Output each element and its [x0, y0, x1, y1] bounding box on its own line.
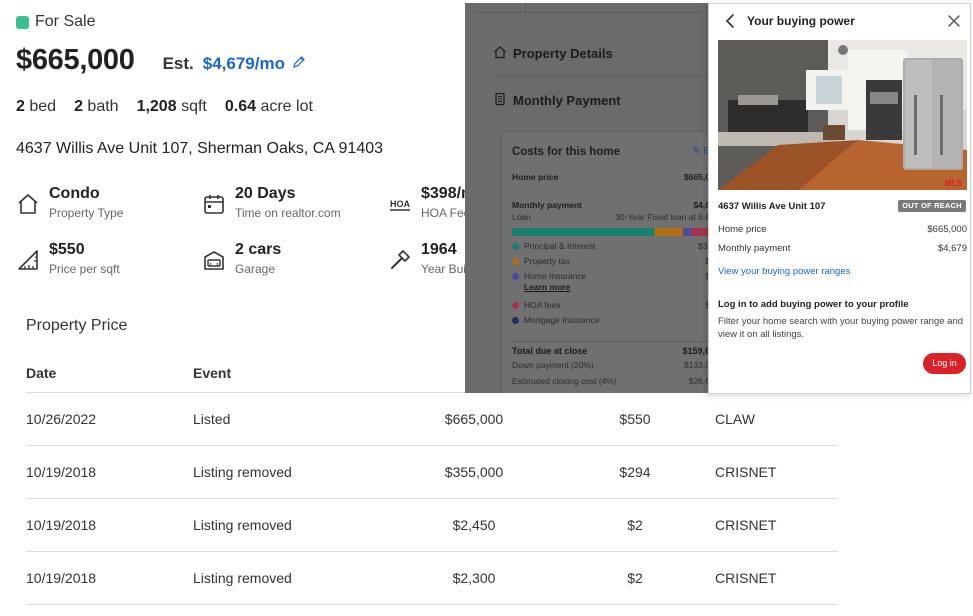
- property-photo: MLS: [718, 40, 967, 190]
- modal-tab-strip: [473, 3, 703, 13]
- down-payment-line: Down payment (20%) $133,0: [512, 360, 708, 370]
- house-icon: [16, 192, 40, 216]
- cell-price-per-sqft: $2: [555, 498, 715, 552]
- cell-source: CRISNET: [715, 445, 838, 499]
- photo-watermark: MLS: [945, 179, 963, 188]
- baths-spec: 2 bath: [74, 98, 119, 115]
- cell-event: Listing removed: [193, 498, 393, 552]
- cell-date: 10/26/2022: [26, 392, 193, 446]
- estimate-value[interactable]: $4,679/mo: [203, 54, 285, 74]
- ruler-icon: [16, 248, 40, 272]
- legend-principal: Principal & Interest$3,: [512, 241, 708, 251]
- hoa-icon: HOA: [388, 192, 412, 216]
- login-prompt-title: Log in to add buying power to your profi…: [718, 299, 909, 310]
- popup-header: Your buying power: [709, 4, 972, 38]
- legend-home-insurance: Home Insurance $: [512, 271, 708, 281]
- cell-event: Listed: [193, 392, 393, 446]
- garage-icon: [202, 248, 226, 272]
- payment-modal-overlay: Property Details Monthly Payment Costs f…: [465, 3, 708, 393]
- table-row: 10/19/2018 Listing removed $2,300 $2 CRI…: [26, 551, 838, 605]
- monthly-payment-line: Monthly payment $4,6: [512, 200, 708, 210]
- cell-price-per-sqft: $2: [555, 551, 715, 605]
- view-buying-power-link[interactable]: View your buying power ranges: [718, 266, 850, 277]
- calculator-icon: [493, 92, 507, 109]
- modal-divider: [491, 76, 708, 77]
- listing-status: For Sale: [16, 13, 95, 31]
- estimate-label: Est.: [162, 54, 194, 73]
- cell-price-per-sqft: $550: [555, 392, 715, 446]
- back-chevron-icon[interactable]: [723, 13, 737, 29]
- popup-home-price: Home price $665,000: [718, 224, 967, 235]
- edit-pencil-icon[interactable]: [292, 55, 306, 74]
- table-row: 10/26/2022 Listed $665,000 $550 CLAW: [26, 392, 838, 446]
- cell-price-per-sqft: $294: [555, 445, 715, 499]
- fact-property-type: Condo Property Type: [16, 184, 123, 220]
- status-label: For Sale: [35, 13, 96, 30]
- fact-price-per-sqft: $550 Price per sqft: [16, 240, 120, 276]
- buying-power-popup: Your buying power MLS 4637 Willis Ave Un…: [708, 3, 971, 394]
- legend-hoa-fees: HOA fees $: [512, 300, 708, 310]
- cell-price: $355,000: [393, 445, 555, 499]
- hammer-icon: [388, 248, 412, 272]
- login-prompt-description: Filter your home search with your buying…: [718, 316, 964, 340]
- property-specs: 2 bed 2 bath 1,208 sqft 0.64 acre lot: [16, 98, 313, 116]
- fact-hoa-fee: HOA $398/m HOA Fee: [388, 185, 476, 220]
- table-row: 10/19/2018 Listing removed $355,000 $294…: [26, 445, 838, 499]
- header-date[interactable]: Date: [26, 355, 193, 393]
- costs-card: Costs for this home ✎ E Home price $665,0…: [501, 131, 708, 393]
- popup-address: 4637 Willis Ave Unit 107: [718, 201, 826, 212]
- loan-line: Loan 30-Year Fixed loan at 6.6: [512, 212, 708, 222]
- close-icon[interactable]: [947, 14, 961, 28]
- payment-breakdown-bar: [512, 228, 708, 236]
- fact-year-built: 1964 Year Built: [388, 240, 472, 276]
- cell-date: 10/19/2018: [26, 498, 193, 552]
- property-price-title: Property Price: [26, 317, 128, 334]
- cell-event: Listing removed: [193, 551, 393, 605]
- property-details-row[interactable]: Property Details: [493, 45, 613, 62]
- cell-price: $665,000: [393, 392, 555, 446]
- cell-date: 10/19/2018: [26, 551, 193, 605]
- status-dot-icon: [16, 15, 29, 29]
- legend-mortgage-insurance: Mortgage Insurance: [512, 315, 708, 325]
- house-outline-icon: [493, 45, 507, 62]
- cell-date: 10/19/2018: [26, 445, 193, 499]
- total-due-line: Total due at close $159,6: [512, 341, 708, 356]
- header-event[interactable]: Event: [193, 355, 393, 393]
- login-button[interactable]: Log in: [923, 353, 966, 374]
- costs-title: Costs for this home: [512, 146, 620, 158]
- fact-time-on-site: 20 Days Time on realtor.com: [202, 184, 341, 220]
- cell-price: $2,300: [393, 551, 555, 605]
- legend-property-tax: Property tax $: [512, 256, 708, 266]
- out-of-reach-badge: OUT OF REACH: [898, 200, 966, 212]
- table-row: 10/19/2018 Listing removed $2,450 $2 CRI…: [26, 498, 838, 552]
- cell-event: Listing removed: [193, 445, 393, 499]
- cell-price: $2,450: [393, 498, 555, 552]
- edit-costs-link[interactable]: ✎ E: [692, 146, 708, 158]
- listing-price: $665,000: [16, 44, 135, 76]
- calendar-icon: [202, 192, 226, 216]
- learn-more-link[interactable]: Learn more: [524, 282, 708, 292]
- price-row: $665,000 Est. $4,679/mo: [16, 44, 306, 77]
- listing-address: 4637 Willis Ave Unit 107, Sherman Oaks, …: [16, 140, 384, 157]
- beds-spec: 2 bed: [16, 98, 57, 115]
- cell-source: CRISNET: [715, 498, 838, 552]
- lot-spec: 0.64 acre lot: [224, 98, 313, 115]
- monthly-payment-row[interactable]: Monthly Payment: [493, 92, 621, 109]
- popup-title: Your buying power: [747, 14, 855, 28]
- closing-cost-line: Estimated closing cost (4%) $26,6: [512, 376, 708, 386]
- sqft-spec: 1,208 sqft: [136, 98, 207, 115]
- cell-source: CLAW: [715, 392, 838, 446]
- fact-garage: 2 cars Garage: [202, 240, 281, 276]
- popup-monthly-payment: Monthly payment $4,679: [718, 243, 967, 254]
- home-price-line: Home price $665,0: [512, 172, 708, 182]
- cell-source: CRISNET: [715, 551, 838, 605]
- hoa-icon-text: HOA: [390, 199, 411, 209]
